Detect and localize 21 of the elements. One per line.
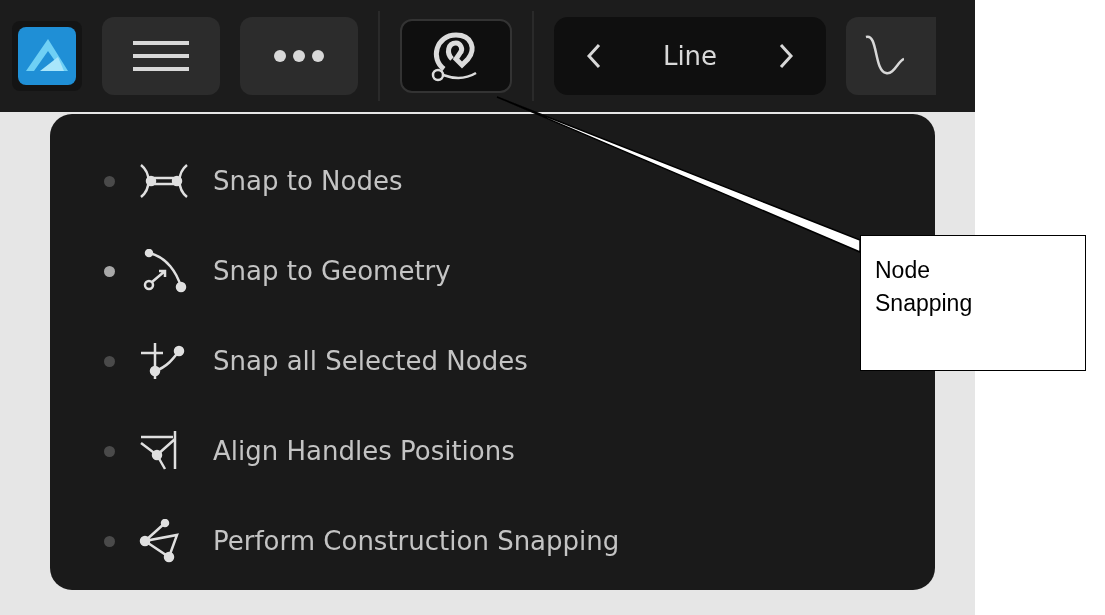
menu-item-label: Align Handles Positions bbox=[213, 436, 515, 466]
menu-icon bbox=[133, 41, 189, 71]
callout-text: Node Snapping bbox=[875, 256, 974, 319]
menu-item-label: Snap to Geometry bbox=[213, 256, 451, 286]
menu-item[interactable]: Snap to Geometry bbox=[104, 226, 451, 316]
menu-item-label: Perform Construction Snapping bbox=[213, 526, 620, 556]
menu-item-label: Snap all Selected Nodes bbox=[213, 346, 528, 376]
menu-item[interactable]: Perform Construction Snapping bbox=[104, 496, 620, 586]
mode-label[interactable]: Line bbox=[662, 41, 718, 71]
more-button[interactable] bbox=[240, 17, 358, 95]
snapping-button[interactable] bbox=[400, 19, 512, 93]
previous-icon[interactable] bbox=[586, 43, 602, 69]
app-logo-icon[interactable] bbox=[18, 27, 76, 85]
menu-item[interactable]: Snap all Selected Nodes bbox=[104, 316, 528, 406]
menu-item[interactable]: Snap to Nodes bbox=[104, 136, 403, 226]
next-icon[interactable] bbox=[778, 43, 794, 69]
menu-item[interactable]: Align Handles Positions bbox=[104, 406, 515, 496]
menu-item-label: Snap to Nodes bbox=[213, 166, 403, 196]
menu-button[interactable] bbox=[102, 17, 220, 95]
curve-button[interactable] bbox=[846, 17, 936, 95]
more-icon bbox=[274, 50, 324, 62]
